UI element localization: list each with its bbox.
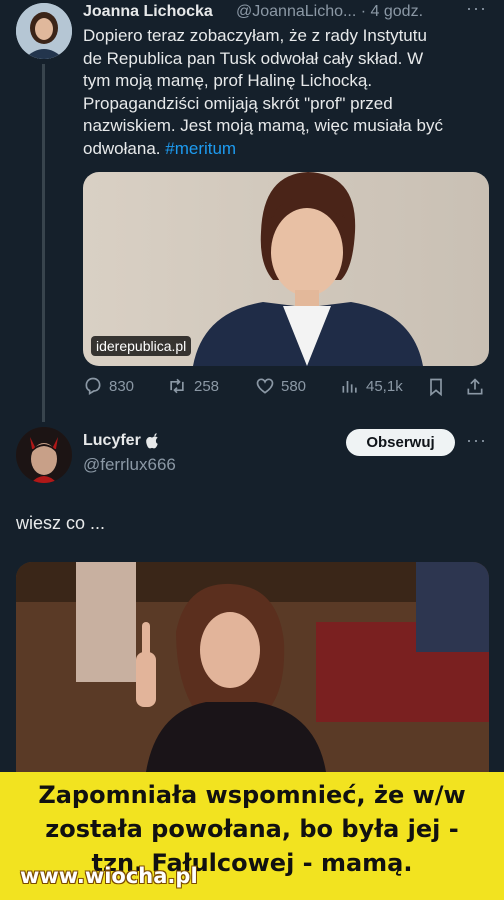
views-count: 45,1k <box>366 377 403 395</box>
retweet-count: 258 <box>194 377 220 395</box>
share-icon <box>467 378 483 395</box>
bookmark-button[interactable] <box>426 376 446 403</box>
banner-line: została powołana, bo była jej - <box>45 815 459 843</box>
retweet-icon <box>170 378 184 394</box>
tweet-text: Dopiero teraz zobaczyłam, że z rady Inst… <box>83 25 498 160</box>
follow-button[interactable]: Obserwuj <box>346 429 455 456</box>
share-button[interactable] <box>465 376 485 403</box>
image-caption-badge: iderepublica.pl <box>91 336 192 356</box>
devil-avatar-icon <box>16 427 72 483</box>
author-name[interactable]: Joanna Lichocka <box>83 3 213 21</box>
retweet-button[interactable]: 258 <box>166 376 219 396</box>
tweet-line: odwołana. <box>83 138 161 158</box>
reply-icon <box>85 377 101 395</box>
author-name[interactable]: Lucyfer <box>83 432 141 450</box>
tweet-line: Propagandziści omijają skrót "prof" prze… <box>83 93 393 113</box>
heart-icon <box>256 378 274 394</box>
tweet-line: tym moją mamę, prof Halinę Lichocką. <box>83 71 373 90</box>
tweet-line-last: odwołana. #meritum <box>83 138 498 161</box>
thread-line <box>42 64 45 422</box>
more-options-icon[interactable]: ··· <box>466 0 487 19</box>
more-options-icon[interactable]: ··· <box>466 430 487 451</box>
hashtag-link[interactable]: #meritum <box>165 139 236 158</box>
views-chart-icon <box>342 381 357 393</box>
parliament-photo-icon <box>16 562 489 772</box>
apple-logo-icon <box>145 433 158 449</box>
watermark: www.wiocha.pl <box>20 864 198 888</box>
tweet-line: nazwiskiem. Jest moją mamą, więc musiała… <box>83 116 443 135</box>
author-handle: @ferrlux666 <box>83 455 176 474</box>
tweet-image[interactable]: iderepublica.pl <box>83 172 489 366</box>
bookmark-icon <box>430 378 442 397</box>
views-button[interactable]: 45,1k <box>340 376 403 396</box>
avatar-joanna[interactable] <box>16 3 72 59</box>
caption-banner: Zapomniała wspomnieć, że w/w została pow… <box>0 772 504 900</box>
tweet-text: wiesz co ... <box>16 513 106 533</box>
avatar-portrait-icon <box>16 3 72 59</box>
reply-button[interactable]: 830 <box>83 376 134 396</box>
like-button[interactable]: 580 <box>255 376 306 396</box>
like-count: 580 <box>281 377 307 395</box>
tweet-image[interactable] <box>16 562 489 772</box>
author-name-row: Lucyfer <box>83 432 159 450</box>
tweet-line: de Republica pan Tusk odwołał cały skład… <box>83 48 424 68</box>
author-handle-time: @JoannaLicho... · 4 godz. <box>236 3 424 20</box>
avatar-lucyfer[interactable] <box>16 427 72 483</box>
tweet-line: Dopiero teraz zobaczyłam, że z rady Inst… <box>83 26 427 45</box>
banner-line: Zapomniała wspomnieć, że w/w <box>38 781 466 809</box>
reply-count: 830 <box>109 377 135 395</box>
